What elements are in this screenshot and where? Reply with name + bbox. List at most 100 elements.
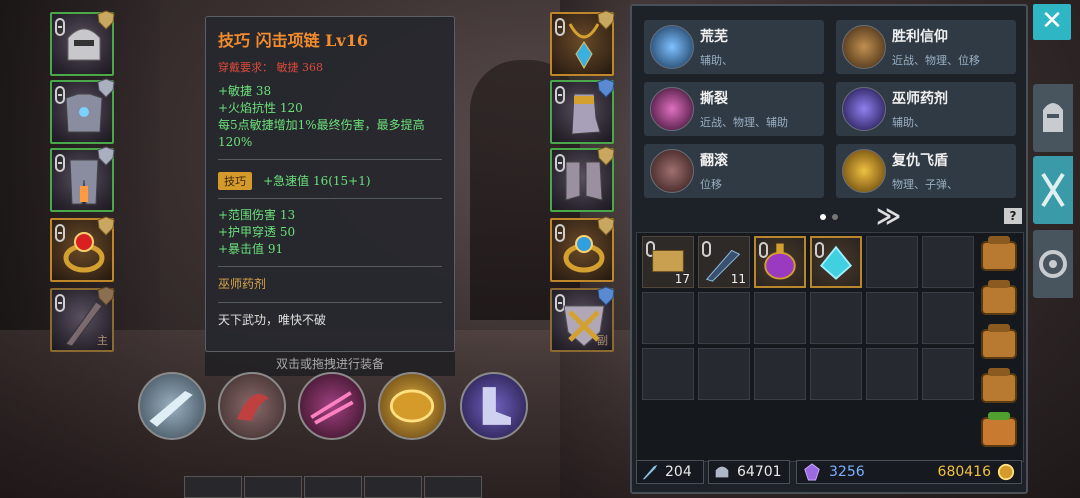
inventory-slot[interactable] bbox=[810, 236, 862, 288]
inventory-slot[interactable]: 11 bbox=[698, 236, 750, 288]
sword-count: 204 bbox=[665, 464, 692, 480]
skill-slot-4[interactable] bbox=[378, 372, 446, 440]
bag-tab-3-icon[interactable] bbox=[978, 320, 1020, 362]
inventory-slot-empty[interactable] bbox=[922, 236, 974, 288]
inventory-slot[interactable]: 17 bbox=[642, 236, 694, 288]
close-button[interactable]: ✕ bbox=[1033, 4, 1071, 40]
equip-slot-legs[interactable] bbox=[50, 146, 115, 212]
roll-skill-icon bbox=[650, 149, 694, 193]
off-hand-label: 副 bbox=[597, 334, 608, 347]
skill-card-5[interactable]: 翻滚 位移 bbox=[644, 144, 824, 198]
equip-slot-helmet[interactable] bbox=[50, 10, 115, 76]
skill-tags: 近战、物理、辅助 bbox=[700, 116, 788, 129]
boots-icon bbox=[565, 161, 603, 201]
item-count: 11 bbox=[730, 272, 746, 286]
bag-tab-5-icon[interactable] bbox=[978, 408, 1020, 450]
equip-slot-main-weapon[interactable]: 主 bbox=[50, 286, 115, 352]
page-dot-active bbox=[820, 214, 826, 220]
tab-skills[interactable] bbox=[1033, 156, 1073, 224]
skill-slot-2[interactable] bbox=[218, 372, 286, 440]
gear-icon bbox=[1039, 250, 1067, 278]
currency-crystal-gold: 3256 680416 bbox=[796, 460, 1022, 484]
helmet-count: 64701 bbox=[737, 464, 782, 480]
equip-slot-ring[interactable] bbox=[50, 216, 115, 282]
inventory-slot-empty[interactable] bbox=[642, 292, 694, 344]
bottom-tab[interactable] bbox=[244, 476, 302, 498]
inventory-slot[interactable] bbox=[754, 236, 806, 288]
tab-equipment[interactable] bbox=[1033, 84, 1073, 152]
helmet-currency-icon bbox=[715, 466, 729, 478]
bottom-tab[interactable] bbox=[304, 476, 362, 498]
item-stat: 每5点敏捷增加1%最终伤害，最多提高120% bbox=[218, 118, 425, 149]
skill-card-4[interactable]: 巫师药剂 辅助、 bbox=[836, 82, 1016, 136]
equip-slot-necklace[interactable] bbox=[550, 10, 615, 76]
item-title: 技巧 闪击项链 Lv16 bbox=[218, 31, 368, 50]
potion-icon bbox=[764, 243, 796, 280]
bag-tab-1-icon[interactable] bbox=[978, 232, 1020, 274]
inventory-slot-empty[interactable] bbox=[866, 348, 918, 400]
skill-name: 翻滚 bbox=[700, 153, 728, 169]
equip-slot-chest[interactable] bbox=[50, 78, 115, 144]
skill-slot-3[interactable] bbox=[298, 372, 366, 440]
inventory-panel: 荒芜 辅助、 胜利信仰 近战、物理、位移 撕裂 近战、物理、辅助 巫师药剂 辅助… bbox=[630, 4, 1028, 494]
next-page-button[interactable]: ≫ bbox=[876, 202, 901, 230]
skill-tags: 辅助、 bbox=[700, 54, 733, 67]
skill-card-3[interactable]: 撕裂 近战、物理、辅助 bbox=[644, 82, 824, 136]
sword-icon bbox=[642, 464, 658, 480]
skill-name: 复仇飞盾 bbox=[892, 153, 948, 169]
inventory-slot-empty[interactable] bbox=[922, 348, 974, 400]
item-stat: +敏捷 38 bbox=[218, 84, 272, 98]
skill-name: 撕裂 bbox=[700, 91, 728, 107]
main-hand-label: 主 bbox=[97, 334, 108, 347]
inventory-slot-empty[interactable] bbox=[866, 292, 918, 344]
inventory-slot-empty[interactable] bbox=[866, 236, 918, 288]
inventory-slot-empty[interactable] bbox=[698, 292, 750, 344]
ring-icon bbox=[563, 235, 605, 273]
skill-card-6[interactable]: 复仇飞盾 物理、子弹、 bbox=[836, 144, 1016, 198]
bag-tab-2-icon[interactable] bbox=[978, 276, 1020, 318]
inventory-slot-empty[interactable] bbox=[810, 348, 862, 400]
item-flavor-text: 天下武功，唯快不破 bbox=[218, 313, 327, 327]
item-set-name: 巫师药剂 bbox=[218, 277, 267, 291]
help-button[interactable]: ? bbox=[1004, 208, 1022, 224]
item-tag-badge: 技巧 bbox=[218, 172, 252, 190]
equip-slot-gloves[interactable] bbox=[550, 78, 615, 144]
item-stat: +护甲穿透 50 bbox=[218, 225, 296, 239]
skill-tags: 物理、子弹、 bbox=[892, 178, 958, 191]
inventory-slot-empty[interactable] bbox=[754, 292, 806, 344]
coin-shield-skill-icon bbox=[389, 389, 435, 423]
tab-settings[interactable] bbox=[1033, 230, 1073, 298]
skill-tags: 位移 bbox=[700, 178, 722, 191]
item-tooltip: 技巧 闪击项链 Lv16 穿戴要求： 敏捷 368 +敏捷 38 +火焰抗性 1… bbox=[205, 16, 455, 352]
inventory-slot-empty[interactable] bbox=[754, 348, 806, 400]
skill-slot-5[interactable] bbox=[460, 372, 528, 440]
skill-tags: 近战、物理、位移 bbox=[892, 54, 980, 67]
inventory-slot-empty[interactable] bbox=[698, 348, 750, 400]
item-stat: +暴击值 91 bbox=[218, 242, 284, 256]
skill-slot-1[interactable] bbox=[138, 372, 206, 440]
inventory-slot-empty[interactable] bbox=[922, 292, 974, 344]
rend-skill-icon bbox=[650, 87, 694, 131]
bottom-tab[interactable] bbox=[364, 476, 422, 498]
equip-slot-off-weapon[interactable]: 副 bbox=[550, 286, 615, 352]
equip-slot-ring-2[interactable] bbox=[550, 216, 615, 282]
gold-count: 680416 bbox=[937, 464, 991, 480]
skill-name: 荒芜 bbox=[700, 29, 728, 45]
helmet-tab-icon bbox=[1043, 103, 1063, 132]
skill-card-1[interactable]: 荒芜 辅助、 bbox=[644, 20, 824, 74]
item-requirement: 穿戴要求： 敏捷 368 bbox=[218, 61, 323, 74]
currency-sword: 204 bbox=[636, 460, 704, 484]
inventory-slot-empty[interactable] bbox=[642, 348, 694, 400]
ice-skill-icon bbox=[650, 25, 694, 69]
page-dot bbox=[832, 214, 838, 220]
gold-coin-icon bbox=[997, 463, 1015, 481]
boot-skill-icon bbox=[482, 387, 511, 425]
bottom-tab[interactable] bbox=[184, 476, 242, 498]
bag-tab-4-icon[interactable] bbox=[978, 364, 1020, 406]
helmet-icon bbox=[67, 28, 101, 61]
inventory-slot-empty[interactable] bbox=[810, 292, 862, 344]
bottom-tab[interactable] bbox=[424, 476, 482, 498]
skill-tags: 辅助、 bbox=[892, 116, 925, 129]
skill-card-2[interactable]: 胜利信仰 近战、物理、位移 bbox=[836, 20, 1016, 74]
equip-slot-boots[interactable] bbox=[550, 146, 615, 212]
